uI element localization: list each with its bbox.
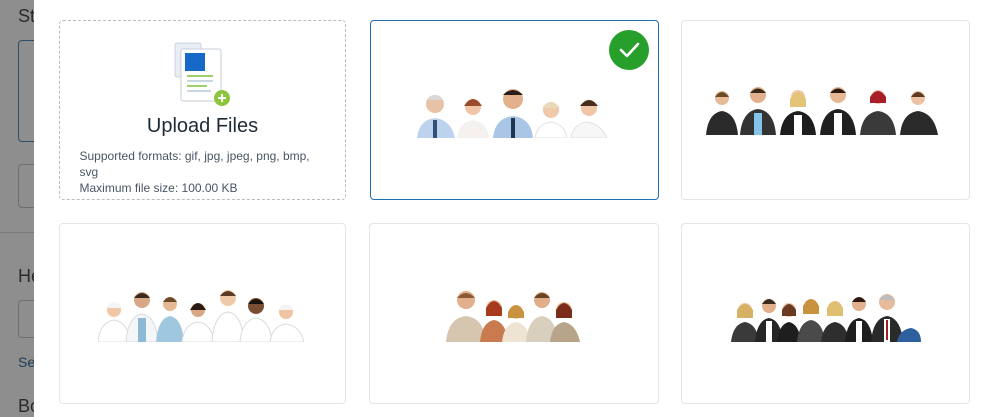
background-link-fragment: Se — [18, 354, 36, 370]
supported-formats-text: Supported formats: gif, jpg, jpeg, png, … — [79, 149, 310, 179]
image-option-team-corporate[interactable] — [681, 223, 970, 404]
image-option-team-casual[interactable] — [369, 223, 659, 404]
image-option-team-medical[interactable] — [59, 223, 346, 404]
image-option-team-business-casual[interactable] — [370, 20, 659, 200]
max-file-size-text: Maximum file size: 100.00 KB — [79, 181, 238, 195]
upload-files-card[interactable]: Upload Files Supported formats: gif, jpg… — [59, 20, 346, 200]
team-photo-image — [730, 293, 921, 342]
upload-title: Upload Files — [146, 115, 259, 137]
background-heading-fragment: St — [18, 6, 36, 26]
team-photo-image — [416, 89, 608, 138]
background-divider — [0, 232, 34, 233]
upload-info: Supported formats: gif, jpg, jpeg, png, … — [80, 148, 326, 196]
checkmark-icon — [609, 30, 649, 70]
image-option-team-business-formal[interactable] — [681, 20, 970, 200]
image-picker-modal: Upload Files Supported formats: gif, jpg… — [34, 0, 990, 417]
team-photo-image — [97, 289, 305, 342]
team-photo-image — [705, 87, 938, 135]
document-add-icon — [173, 39, 233, 109]
team-photo-image — [446, 290, 580, 342]
